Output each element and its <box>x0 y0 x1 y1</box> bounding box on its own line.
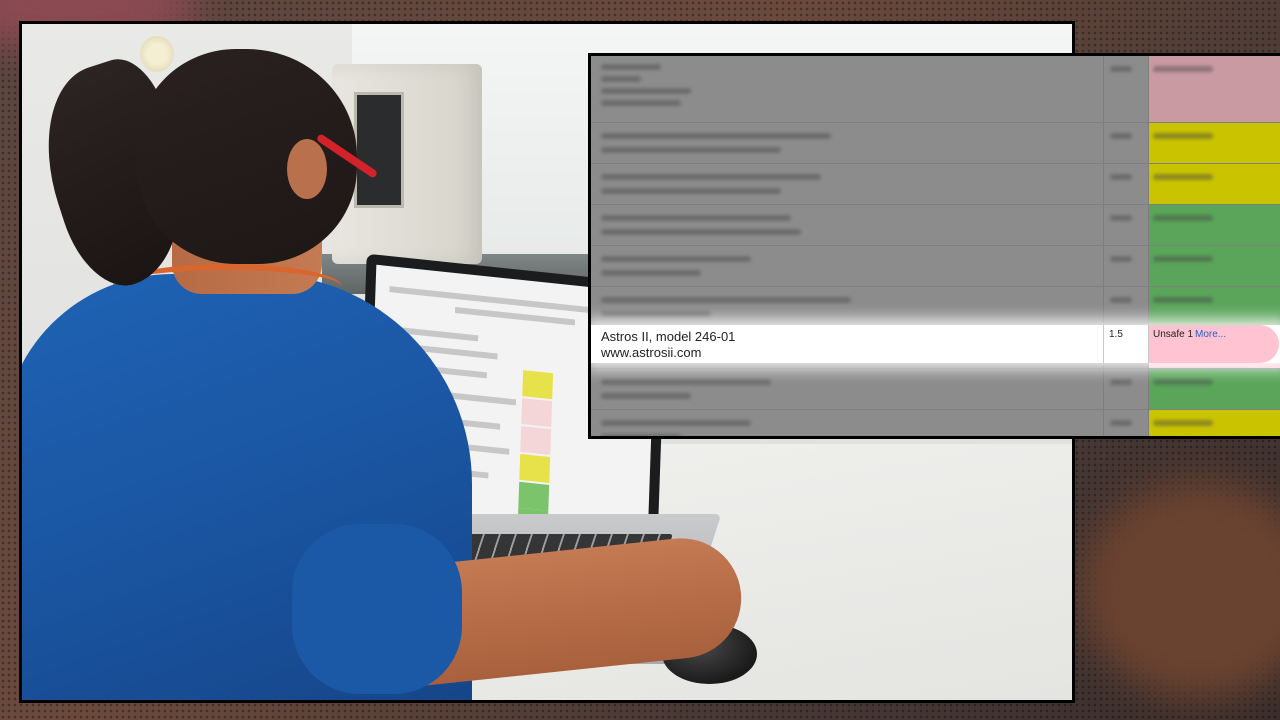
highlighted-row[interactable]: Astros II, model 246-01 www.astrosii.com… <box>591 325 1280 363</box>
table-row <box>591 246 1280 287</box>
table-row <box>591 410 1280 436</box>
device-table <box>591 56 1280 436</box>
zoom-inset: Astros II, model 246-01 www.astrosii.com… <box>588 53 1280 439</box>
blurred-text <box>601 147 781 153</box>
blurred-text <box>1153 66 1213 72</box>
blurred-text <box>1110 215 1132 221</box>
status-cell <box>1149 164 1280 204</box>
status-badge: Unsafe 1 More... <box>1149 325 1279 363</box>
blurred-text <box>1153 133 1213 139</box>
laptop-status-cell <box>522 370 554 400</box>
blurred-text <box>1153 297 1213 303</box>
lab-machine-screen <box>354 92 404 208</box>
blurred-text <box>601 188 781 194</box>
device-cell <box>591 164 1104 204</box>
device-rating: 1.5 <box>1109 329 1123 340</box>
table-row <box>591 369 1280 410</box>
device-cell <box>591 123 1104 163</box>
device-cell <box>591 287 1104 327</box>
rating-cell <box>1104 164 1149 204</box>
device-name: Astros II, model 246-01 <box>601 329 736 344</box>
blurred-text <box>1110 297 1132 303</box>
blurred-text <box>601 434 681 436</box>
cell-divider <box>1103 325 1104 363</box>
device-cell <box>591 369 1104 409</box>
table-row <box>591 56 1280 123</box>
more-link[interactable]: More... <box>1195 329 1226 340</box>
blurred-text <box>601 64 661 70</box>
laptop-status-cell <box>518 481 550 511</box>
status-cell <box>1149 56 1280 122</box>
laptop-status-cell <box>521 398 553 428</box>
blurred-text <box>601 256 751 262</box>
blurred-text <box>1110 420 1132 426</box>
blurred-text <box>601 393 691 399</box>
rating-cell <box>1104 123 1149 163</box>
rating-cell <box>1104 410 1149 436</box>
device-cell <box>591 205 1104 245</box>
blurred-text <box>601 100 681 106</box>
table-row <box>591 123 1280 164</box>
blurred-text <box>1110 133 1132 139</box>
blurred-text <box>601 229 801 235</box>
status-cell <box>1149 123 1280 163</box>
rating-cell <box>1104 369 1149 409</box>
blurred-text <box>1110 66 1132 72</box>
status-cell <box>1149 205 1280 245</box>
blurred-text <box>1153 215 1213 221</box>
status-text: Unsafe 1 <box>1153 329 1194 340</box>
status-cell <box>1149 287 1280 327</box>
rating-cell <box>1104 205 1149 245</box>
laptop-status-cell <box>520 425 552 456</box>
device-cell <box>591 56 1104 122</box>
blurred-text <box>601 88 691 94</box>
status-cell <box>1149 369 1280 409</box>
blurred-text <box>601 379 771 385</box>
table-row <box>591 164 1280 205</box>
blurred-text <box>601 420 751 426</box>
hair-tie <box>140 36 174 72</box>
status-cell <box>1149 410 1280 436</box>
blurred-text <box>1153 379 1213 385</box>
blurred-text <box>601 297 851 303</box>
blurred-text <box>1110 379 1132 385</box>
blurred-text <box>1153 174 1213 180</box>
rating-cell <box>1104 287 1149 327</box>
blurred-text <box>1110 174 1132 180</box>
status-cell <box>1149 246 1280 286</box>
person-ear <box>287 139 327 199</box>
table-row <box>591 287 1280 328</box>
blurred-text <box>601 133 831 139</box>
rating-cell <box>1104 246 1149 286</box>
blurred-text <box>601 215 791 221</box>
blurred-text <box>1153 256 1213 262</box>
blurred-text <box>601 311 711 317</box>
device-url: www.astrosii.com <box>601 345 702 360</box>
rating-cell <box>1104 56 1149 122</box>
blurred-text <box>1153 420 1213 426</box>
device-cell <box>591 410 1104 436</box>
blurred-text <box>601 270 701 276</box>
blurred-text <box>601 174 821 180</box>
scrub-sleeve <box>292 524 462 694</box>
table-row <box>591 205 1280 246</box>
blurred-text <box>1110 256 1132 262</box>
device-cell <box>591 246 1104 286</box>
laptop-status-cell <box>519 453 551 483</box>
blurred-text <box>601 76 641 82</box>
